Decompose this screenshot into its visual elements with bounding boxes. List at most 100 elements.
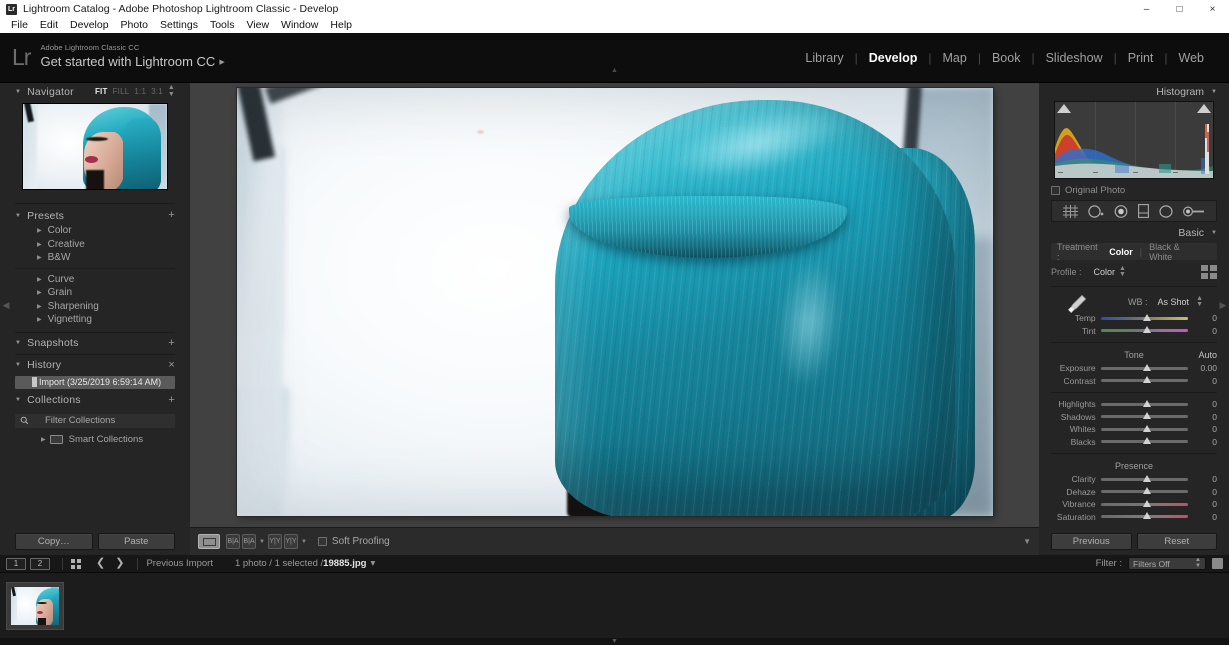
slider-knob[interactable] (1143, 512, 1151, 519)
slider-tint[interactable]: Tint 0 (1051, 325, 1217, 338)
slider-track[interactable] (1101, 367, 1188, 370)
before-after-top-bottom-button[interactable]: Y|Y (268, 534, 282, 549)
add-preset-icon[interactable]: + (168, 210, 175, 221)
slider-knob[interactable] (1143, 437, 1151, 444)
original-photo-row[interactable]: Original Photo (1051, 185, 1217, 196)
history-header[interactable]: ▼ History × (15, 357, 175, 374)
main-window-button[interactable]: 1 (6, 558, 26, 570)
menu-view[interactable]: View (240, 18, 275, 33)
slider-track[interactable] (1101, 490, 1188, 493)
add-collection-icon[interactable]: + (168, 395, 175, 406)
previous-button[interactable]: Previous (1051, 533, 1132, 550)
module-slideshow[interactable]: Slideshow (1035, 51, 1114, 65)
slider-knob[interactable] (1143, 400, 1151, 407)
slider-track[interactable] (1101, 329, 1188, 332)
paste-button[interactable]: Paste (98, 533, 176, 550)
slider-dehaze[interactable]: Dehaze 0 (1051, 486, 1217, 499)
slider-knob[interactable] (1143, 425, 1151, 432)
slider-blacks[interactable]: Blacks 0 (1051, 436, 1217, 449)
reset-button[interactable]: Reset (1137, 533, 1218, 550)
slider-track[interactable] (1101, 403, 1188, 406)
slider-knob[interactable] (1143, 475, 1151, 482)
chevron-down-icon[interactable]: ▼ (259, 539, 265, 545)
slider-knob[interactable] (1143, 412, 1151, 419)
add-snapshot-icon[interactable]: + (168, 338, 175, 349)
presets-header[interactable]: ▼ Presets + (15, 207, 175, 224)
wb-stepper[interactable]: ▲▼ (1196, 296, 1203, 309)
minimize-button[interactable]: – (1130, 0, 1163, 18)
filter-collections-field[interactable]: Filter Collections (15, 414, 175, 428)
adjustment-brush-icon[interactable] (1183, 206, 1205, 217)
menu-tools[interactable]: Tools (204, 18, 241, 33)
top-panel-collapse-arrow[interactable]: ▲ (611, 67, 618, 74)
photo-frame[interactable] (237, 88, 993, 516)
zoom-stepper[interactable]: ▲▼ (168, 85, 175, 98)
slider-vibrance[interactable]: Vibrance 0 (1051, 498, 1217, 511)
zoom-3-1[interactable]: 3:1 (151, 87, 163, 96)
before-after-split-button[interactable]: Y|Y (284, 534, 298, 549)
auto-tone-button[interactable]: Auto (1198, 348, 1217, 362)
slider-exposure[interactable]: Exposure 0.00 (1051, 362, 1217, 375)
filmstrip-source[interactable]: Previous Import (146, 558, 213, 569)
back-arrow-icon[interactable]: ❮ (96, 558, 105, 569)
collection-smart-collections[interactable]: ▶ Smart Collections (15, 432, 175, 447)
profile-stepper[interactable]: ▲▼ (1119, 266, 1126, 279)
original-photo-checkbox[interactable] (1051, 186, 1060, 195)
filename-dropdown-icon[interactable]: ▾ (370, 558, 375, 569)
profile-browser-button[interactable] (1201, 265, 1217, 279)
slider-saturation[interactable]: Saturation 0 (1051, 511, 1217, 524)
slider-track[interactable] (1101, 440, 1188, 443)
filter-toggle-button[interactable] (1212, 558, 1223, 569)
toolbar-collapse-icon[interactable]: ▼ (1023, 537, 1031, 546)
slider-track[interactable] (1101, 515, 1188, 518)
menu-develop[interactable]: Develop (64, 18, 115, 33)
red-eye-icon[interactable] (1114, 205, 1128, 218)
left-panel-collapse-arrow[interactable]: ◀ (1, 300, 11, 311)
crop-overlay-icon[interactable] (1063, 205, 1078, 218)
identity-plate[interactable]: Adobe Lightroom Classic CC Get started w… (40, 44, 224, 71)
preset-group-sharpening[interactable]: ▶ Sharpening (15, 300, 175, 314)
slider-track[interactable] (1101, 379, 1188, 382)
wb-value[interactable]: As Shot (1157, 297, 1189, 307)
forward-arrow-icon[interactable]: ❯ (115, 558, 124, 569)
spot-removal-icon[interactable] (1088, 205, 1104, 218)
white-balance-selector-icon[interactable] (1065, 292, 1089, 316)
bottom-panel-collapse-arrow[interactable]: ▼ (0, 638, 1229, 645)
menu-file[interactable]: File (5, 18, 34, 33)
preset-group-vignetting[interactable]: ▶ Vignetting (15, 313, 175, 327)
slider-whites[interactable]: Whites 0 (1051, 423, 1217, 436)
slider-highlights[interactable]: Highlights 0 (1051, 398, 1217, 411)
graduated-filter-icon[interactable] (1138, 204, 1149, 218)
zoom-1-1[interactable]: 1:1 (134, 87, 146, 96)
histogram-header[interactable]: Histogram ▼ (1051, 83, 1217, 100)
slider-knob[interactable] (1143, 500, 1151, 507)
slider-contrast[interactable]: Contrast 0 (1051, 375, 1217, 388)
loupe-view-button[interactable] (198, 534, 220, 549)
navigator-preview[interactable] (22, 103, 168, 190)
module-print[interactable]: Print (1117, 51, 1165, 65)
before-after-alt-button[interactable]: B|A (242, 534, 256, 549)
slider-track[interactable] (1101, 478, 1188, 481)
maximize-button[interactable]: □ (1163, 0, 1196, 18)
profile-value[interactable]: Color (1094, 267, 1116, 277)
zoom-fill[interactable]: FILL (113, 87, 130, 96)
preset-group-grain[interactable]: ▶ Grain (15, 286, 175, 300)
menu-photo[interactable]: Photo (115, 18, 154, 33)
right-panel-collapse-arrow[interactable]: ▶ (1218, 300, 1228, 311)
identity-arrow-icon[interactable]: ▶ (219, 59, 224, 66)
slider-track[interactable] (1101, 503, 1188, 506)
zoom-fit[interactable]: FIT (95, 87, 108, 96)
slider-shadows[interactable]: Shadows 0 (1051, 411, 1217, 424)
filter-stepper[interactable]: ▲▼ (1195, 558, 1201, 569)
close-button[interactable]: × (1196, 0, 1229, 18)
slider-knob[interactable] (1143, 364, 1151, 371)
navigator-header[interactable]: ▼ Navigator FIT FILL 1:1 3:1 ▲▼ (15, 83, 175, 100)
soft-proofing-checkbox[interactable] (318, 537, 327, 546)
histogram[interactable] (1054, 101, 1214, 179)
copy-button[interactable]: Copy… (15, 533, 93, 550)
filter-dropdown[interactable]: Filters Off ▲▼ (1128, 557, 1206, 570)
radial-filter-icon[interactable] (1159, 205, 1173, 218)
treatment-color-option[interactable]: Color (1102, 247, 1140, 257)
filmstrip-thumbnail[interactable] (6, 582, 64, 630)
slider-track[interactable] (1101, 415, 1188, 418)
